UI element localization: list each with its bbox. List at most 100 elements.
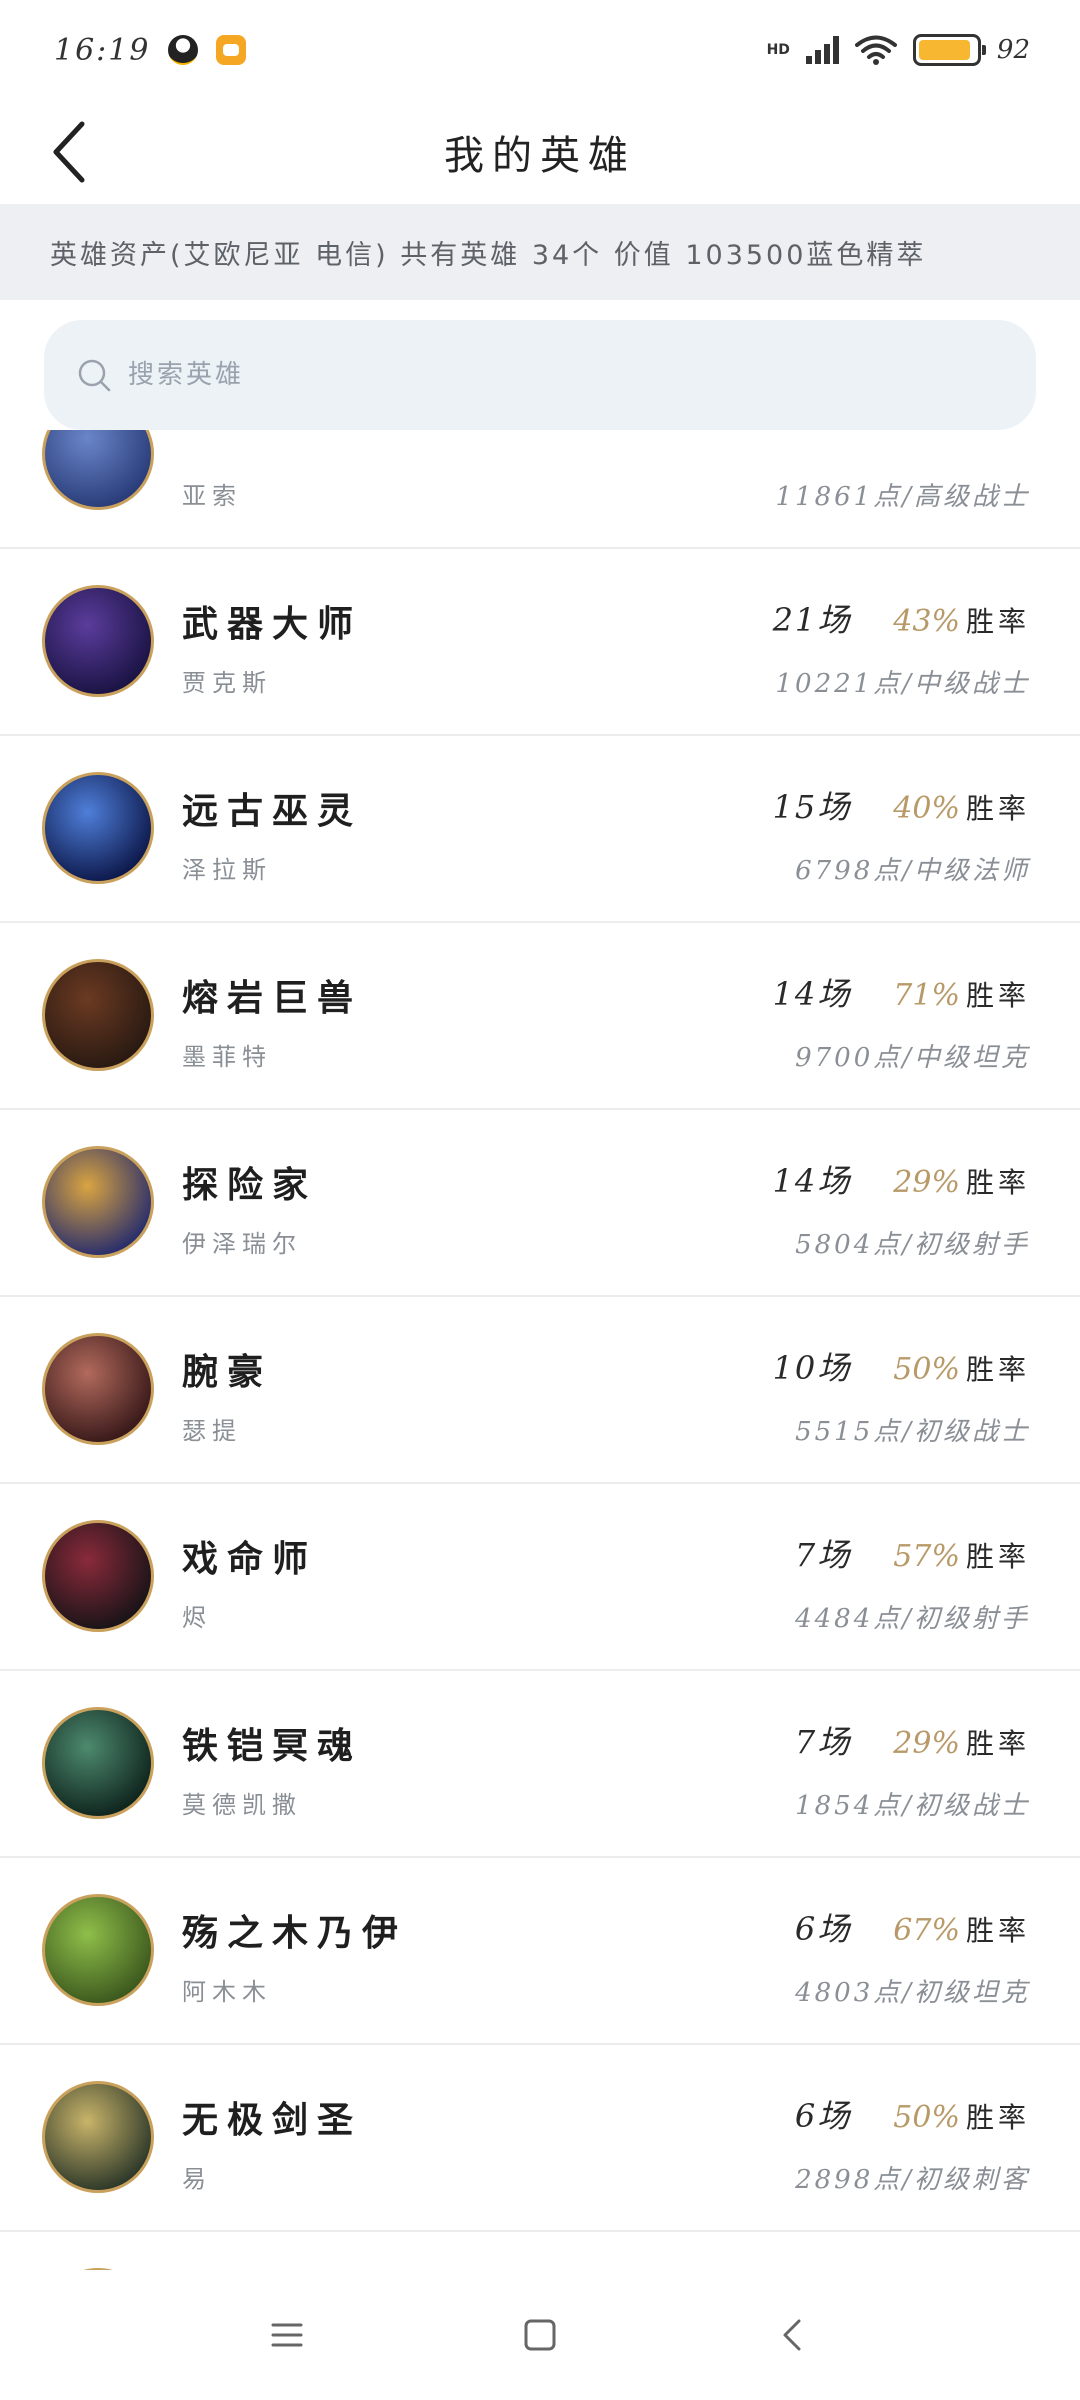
app-notification-icon xyxy=(216,35,247,65)
status-right: HD 92 xyxy=(767,34,1030,66)
hero-avatar xyxy=(42,1520,154,1632)
battery-percent: 92 xyxy=(996,35,1030,65)
hero-stats: 10场 50% 胜率 xyxy=(773,1343,1030,1389)
hero-stats: 21场 43% 胜率 xyxy=(773,595,1030,641)
win-rate-value: 50% xyxy=(893,1352,960,1387)
win-rate-value: 29% xyxy=(893,1726,960,1761)
hero-name: 莫德凯撒 xyxy=(182,1791,302,1819)
mastery-detail: 5804点/初级射手 xyxy=(795,1230,1030,1260)
mastery-detail: 5515点/初级战士 xyxy=(795,1417,1030,1447)
hero-stats: 7场 29% 胜率 xyxy=(795,1717,1030,1763)
hero-row[interactable]: 戏命师 烬 7场 57% 胜率 4484点/初级射手 xyxy=(0,1484,1080,1671)
win-rate-label: 胜率 xyxy=(965,605,1030,638)
hero-name: 贾克斯 xyxy=(182,669,272,697)
games-played: 7场 xyxy=(794,1723,852,1761)
status-time: 16:19 xyxy=(54,32,151,68)
hero-stats: 6场 50% 胜率 xyxy=(795,2091,1030,2137)
win-rate-label: 胜率 xyxy=(965,2101,1030,2134)
hero-title: 武器大师 xyxy=(182,604,363,645)
win-rate-value: 40% xyxy=(893,791,960,826)
hero-list-viewport[interactable]: 亚索 11861点/高级战士 武器大师 贾克斯 21场 43% 胜率 10221… xyxy=(0,430,1080,2270)
games-played: 15场 xyxy=(772,788,852,826)
mastery-detail: 4484点/初级射手 xyxy=(795,1604,1030,1634)
hero-stats: 7场 57% 胜率 xyxy=(795,1530,1030,1576)
hero-name: 阿木木 xyxy=(182,1978,272,2006)
wifi-icon xyxy=(854,35,897,65)
nav-menu-button[interactable] xyxy=(247,2295,327,2375)
hero-avatar xyxy=(42,1707,154,1819)
games-played: 6场 xyxy=(794,2097,852,2135)
hero-name: 易 xyxy=(182,2165,212,2193)
hero-row[interactable]: 亚索 11861点/高级战士 xyxy=(0,430,1080,549)
mastery-detail: 10221点/中级战士 xyxy=(775,669,1030,699)
hero-stats: 6场 67% 胜率 xyxy=(795,1904,1030,1950)
hero-row[interactable]: 无极剑圣 易 6场 50% 胜率 2898点/初级刺客 xyxy=(0,2045,1080,2232)
games-played: 14场 xyxy=(772,1162,852,1200)
search-icon xyxy=(78,359,111,392)
page-title: 我的英雄 xyxy=(444,133,636,179)
assets-text: 英雄资产(艾欧尼亚 电信) 共有英雄 34个 价值 103500蓝色精萃 xyxy=(50,239,927,271)
header: 我的英雄 xyxy=(0,100,1080,204)
games-played: 7场 xyxy=(794,1536,852,1574)
nav-back-button[interactable] xyxy=(753,2295,833,2375)
hero-title: 熔岩巨兽 xyxy=(182,978,363,1019)
hero-avatar xyxy=(42,1894,154,2006)
win-rate-label: 胜率 xyxy=(965,1353,1030,1386)
hero-title: 腕豪 xyxy=(182,1352,273,1393)
win-rate-value: 71% xyxy=(893,978,960,1013)
win-rate-label: 胜率 xyxy=(965,1166,1030,1199)
hero-avatar xyxy=(42,959,154,1071)
hero-list: 亚索 11861点/高级战士 武器大师 贾克斯 21场 43% 胜率 10221… xyxy=(0,430,1080,2270)
hero-row[interactable]: 殇之木乃伊 阿木木 6场 67% 胜率 4803点/初级坦克 xyxy=(0,1858,1080,2045)
hero-avatar xyxy=(42,1333,154,1445)
hero-row[interactable]: 武器大师 贾克斯 21场 43% 胜率 10221点/中级战士 xyxy=(0,549,1080,736)
hero-name: 墨菲特 xyxy=(182,1043,272,1071)
hero-row[interactable]: 熔岩巨兽 墨菲特 14场 71% 胜率 9700点/中级坦克 xyxy=(0,923,1080,1110)
hero-avatar xyxy=(42,2081,154,2193)
nav-home-button[interactable] xyxy=(500,2295,580,2375)
battery-level-fill xyxy=(918,40,971,60)
network-type-label: HD xyxy=(766,42,790,58)
hero-title: 戏命师 xyxy=(182,1539,318,1580)
chevron-left-icon xyxy=(53,121,85,183)
hero-avatar xyxy=(42,1146,154,1258)
hero-name: 亚索 xyxy=(182,482,242,510)
hero-name: 瑟提 xyxy=(182,1417,242,1445)
games-played: 6场 xyxy=(794,1910,852,1948)
hero-avatar xyxy=(42,772,154,884)
back-button[interactable] xyxy=(38,120,102,184)
hero-stats: 15场 40% 胜率 xyxy=(773,782,1030,828)
hero-row[interactable]: 堕落天使 莫甘娜 6场 33% 胜率 xyxy=(0,2232,1080,2270)
hero-row[interactable]: 探险家 伊泽瑞尔 14场 29% 胜率 5804点/初级射手 xyxy=(0,1110,1080,1297)
win-rate-label: 胜率 xyxy=(965,1540,1030,1573)
hero-name: 伊泽瑞尔 xyxy=(182,1230,302,1258)
mastery-detail: 4803点/初级坦克 xyxy=(795,1978,1030,2008)
hero-title: 铁铠冥魂 xyxy=(182,1726,363,1767)
status-bar: 16:19 HD 92 xyxy=(0,0,1080,100)
games-played: 10场 xyxy=(772,1349,852,1387)
mastery-detail: 6798点/中级法师 xyxy=(795,856,1030,886)
hero-stats: 14场 29% 胜率 xyxy=(773,1156,1030,1202)
hero-title: 无极剑圣 xyxy=(182,2100,363,2141)
games-played: 21场 xyxy=(772,601,852,639)
hero-row[interactable]: 铁铠冥魂 莫德凯撒 7场 29% 胜率 1854点/初级战士 xyxy=(0,1671,1080,1858)
mastery-detail: 9700点/中级坦克 xyxy=(795,1043,1030,1073)
hero-name: 烬 xyxy=(182,1604,212,1632)
qq-notification-icon xyxy=(168,35,199,65)
system-nav-bar xyxy=(0,2270,1080,2400)
hero-row[interactable]: 腕豪 瑟提 10场 50% 胜率 5515点/初级战士 xyxy=(0,1297,1080,1484)
search-input[interactable] xyxy=(128,360,928,390)
win-rate-label: 胜率 xyxy=(965,1727,1030,1760)
win-rate-value: 43% xyxy=(893,604,960,639)
hero-row[interactable]: 远古巫灵 泽拉斯 15场 40% 胜率 6798点/中级法师 xyxy=(0,736,1080,923)
win-rate-label: 胜率 xyxy=(965,792,1030,825)
hero-title: 探险家 xyxy=(182,1165,318,1206)
hero-avatar xyxy=(42,430,154,510)
mastery-detail: 11861点/高级战士 xyxy=(775,482,1030,512)
win-rate-value: 67% xyxy=(893,1913,960,1948)
win-rate-label: 胜率 xyxy=(965,1914,1030,1947)
battery-icon xyxy=(912,34,986,66)
mastery-detail: 1854点/初级战士 xyxy=(795,1791,1030,1821)
search-box[interactable] xyxy=(44,320,1036,430)
win-rate-value: 57% xyxy=(893,1539,960,1574)
